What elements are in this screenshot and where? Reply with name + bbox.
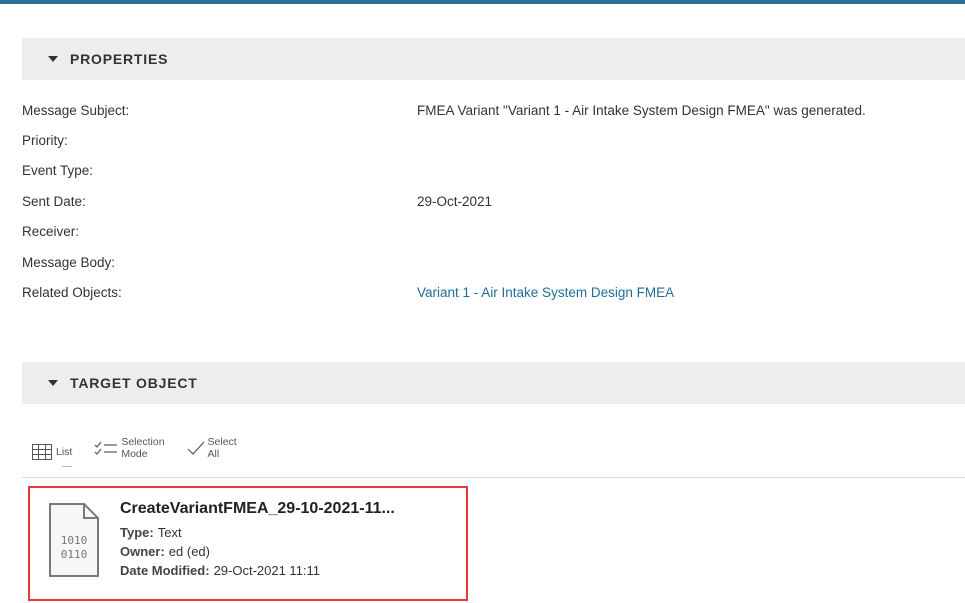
properties-section-header[interactable]: PROPERTIES	[22, 38, 965, 80]
top-accent-bar	[0, 0, 965, 4]
target-toolbar: List Selection Mode Select All	[32, 436, 259, 476]
selection-mode-label-line2: Mode	[121, 448, 148, 460]
sent-date-label: Sent Date:	[22, 194, 86, 209]
select-all-label: Select All	[208, 436, 237, 460]
message-body-label: Message Body:	[22, 255, 116, 270]
message-body-row: Message Body:	[22, 255, 965, 277]
tile-date-modified-label: Date Modified:	[120, 563, 210, 578]
message-subject-value: FMEA Variant "Variant 1 - Air Intake Sys…	[417, 103, 866, 118]
toolbar-divider	[22, 477, 965, 478]
tile-owner: Owner: ed (ed)	[120, 544, 210, 559]
message-subject-label: Message Subject:	[22, 103, 130, 118]
related-object-link[interactable]: Variant 1 - Air Intake System Design FME…	[417, 285, 674, 300]
selection-mode-label: Selection Mode	[121, 436, 164, 460]
tile-owner-value: ed (ed)	[168, 544, 210, 559]
tile-type-value: Text	[157, 525, 182, 540]
select-all-label-line2: All	[207, 448, 220, 460]
binary-file-icon: 1010 0110	[48, 502, 100, 583]
properties-section-title: PROPERTIES	[70, 51, 169, 67]
tile-owner-label: Owner:	[120, 544, 165, 559]
tile-title[interactable]: CreateVariantFMEA_29-10-2021-11...	[120, 500, 395, 518]
target-object-tile[interactable]: 1010 0110 CreateVariantFMEA_29-10-2021-1…	[28, 486, 468, 601]
select-all-button[interactable]: Select All	[187, 436, 237, 460]
target-object-section-title: TARGET OBJECT	[70, 375, 198, 391]
priority-row: Priority:	[22, 133, 965, 155]
event-type-row: Event Type:	[22, 163, 965, 185]
checklist-icon	[94, 440, 118, 456]
selection-mode-label-line1: Selection	[121, 436, 165, 448]
target-object-section-header[interactable]: TARGET OBJECT	[22, 362, 965, 404]
related-objects-label: Related Objects:	[22, 285, 122, 300]
svg-text:1010: 1010	[61, 534, 88, 547]
message-subject-row: Message Subject: FMEA Variant "Variant 1…	[22, 103, 965, 125]
tile-type-label: Type:	[120, 525, 154, 540]
related-objects-row: Related Objects: Variant 1 - Air Intake …	[22, 285, 965, 307]
dropdown-indicator	[62, 466, 72, 467]
receiver-row: Receiver:	[22, 224, 965, 246]
list-view-button[interactable]: List	[32, 444, 73, 467]
caret-down-icon	[48, 56, 58, 62]
sent-date-value: 29-Oct-2021	[417, 194, 493, 209]
caret-down-icon	[48, 380, 58, 386]
svg-text:0110: 0110	[61, 548, 88, 561]
tile-date-modified: Date Modified: 29-Oct-2021 11:11	[120, 563, 320, 578]
select-all-label-line1: Select	[207, 436, 237, 448]
sent-date-row: Sent Date: 29-Oct-2021	[22, 194, 965, 216]
receiver-label: Receiver:	[22, 224, 80, 239]
selection-mode-button[interactable]: Selection Mode	[94, 436, 165, 460]
checkmark-icon	[187, 440, 205, 456]
priority-label: Priority:	[22, 133, 68, 148]
tile-date-modified-value: 29-Oct-2021 11:11	[213, 563, 321, 578]
event-type-label: Event Type:	[22, 163, 94, 178]
tile-type: Type: Text	[120, 525, 182, 540]
list-view-label: List	[56, 446, 73, 458]
list-grid-icon	[32, 444, 52, 460]
